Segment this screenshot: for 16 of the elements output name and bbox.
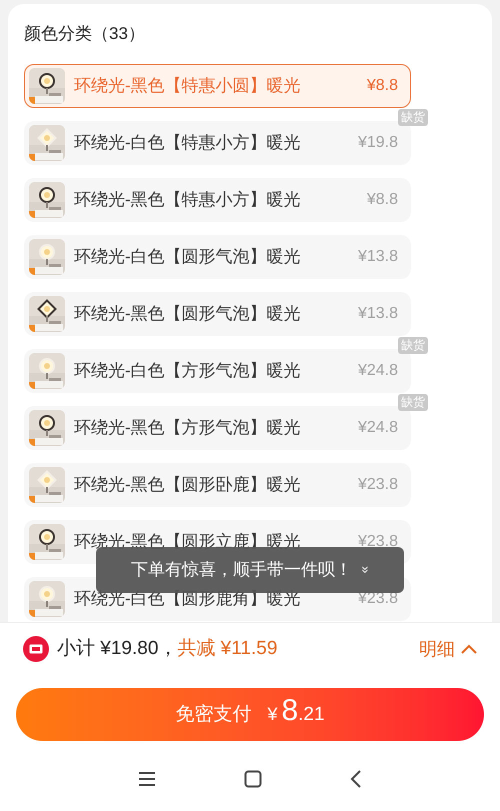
subtotal-text: 小计 ¥19.80， bbox=[57, 636, 178, 661]
chevron-up-icon bbox=[461, 644, 477, 654]
variant-option[interactable]: 环绕光-黑色【圆形气泡】暖光 ¥13.8 bbox=[24, 292, 411, 336]
variant-option[interactable]: 环绕光-黑色【特惠小方】暖光 ¥8.8 bbox=[24, 178, 411, 222]
menu-icon[interactable] bbox=[138, 770, 156, 786]
variant-option[interactable]: 环绕光-白色【圆形气泡】暖光 ¥13.8 bbox=[24, 235, 411, 279]
coupon-icon bbox=[23, 636, 49, 662]
variant-option[interactable]: 环绕光-白色【特惠小方】暖光 ¥19.8 bbox=[24, 121, 411, 165]
discount-text: 共减 ¥11.59 bbox=[177, 636, 278, 661]
home-icon[interactable] bbox=[244, 770, 262, 788]
variant-option[interactable]: 环绕光-黑色【圆形卧鹿】暖光 ¥23.8 bbox=[24, 463, 411, 507]
back-icon[interactable] bbox=[350, 770, 362, 788]
expand-icon[interactable]: » bbox=[356, 566, 376, 574]
variant-option[interactable]: 环绕光-白色【方形气泡】暖光 ¥24.8 bbox=[24, 349, 411, 393]
variant-option[interactable]: 环绕光-黑色【方形气泡】暖光 ¥24.8 bbox=[24, 406, 411, 450]
section-title: 颜色分类（33） bbox=[24, 23, 146, 45]
